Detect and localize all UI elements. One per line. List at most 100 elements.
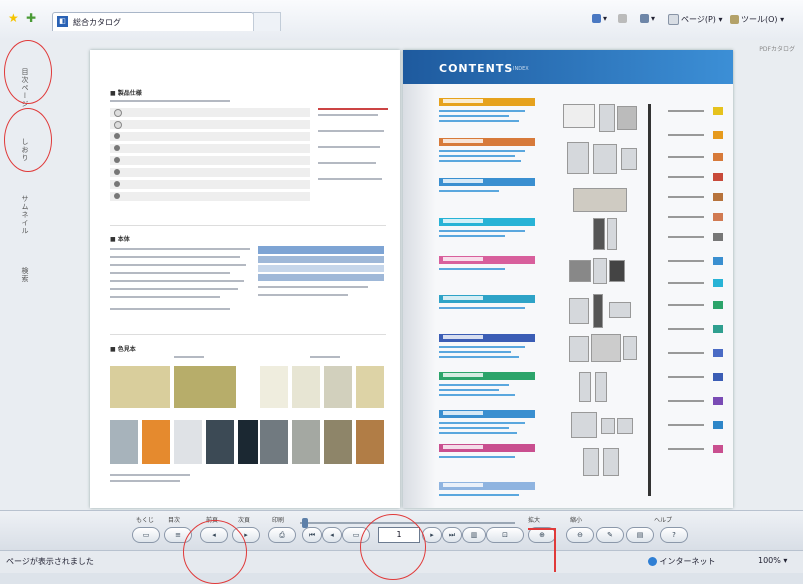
index-tab[interactable]	[713, 193, 723, 201]
help-button[interactable]: ?	[660, 527, 688, 543]
pen-button[interactable]: ✎	[596, 527, 624, 543]
new-tab-button[interactable]	[253, 12, 281, 31]
page-menu[interactable]: ページ(P) ▾	[668, 14, 722, 25]
product-image	[593, 258, 607, 284]
index-tab[interactable]	[713, 107, 723, 115]
index-tab[interactable]	[713, 131, 723, 139]
zoom-out-button[interactable]: ⊖	[566, 527, 594, 543]
contents-category[interactable]	[439, 218, 535, 226]
body-table-header	[258, 246, 384, 254]
index-tab[interactable]	[713, 233, 723, 241]
left-page[interactable]: ■ 製品仕様 ■ 本体 ■ 色見本	[90, 50, 400, 508]
index-tab[interactable]	[713, 257, 723, 265]
viewer-top-label: PDFカタログ	[759, 46, 795, 53]
product-image	[569, 298, 589, 324]
product-image	[621, 148, 637, 170]
index-tab[interactable]	[713, 213, 723, 221]
product-image	[593, 144, 617, 174]
contents-button[interactable]: ▭	[132, 527, 160, 543]
spec-row	[110, 120, 310, 130]
contents-category[interactable]	[439, 98, 535, 106]
product-image	[607, 218, 617, 250]
index-tab[interactable]	[713, 349, 723, 357]
zone-indicator: インターネット	[648, 556, 716, 567]
product-image	[593, 218, 605, 250]
color-swatch	[292, 366, 320, 408]
contents-category[interactable]	[439, 482, 535, 490]
contents-category[interactable]	[439, 372, 535, 380]
contents-category[interactable]	[439, 295, 535, 303]
zoom-reset-button[interactable]: ⊡	[486, 527, 524, 543]
color-swatch	[260, 420, 288, 464]
color-swatch	[110, 420, 138, 464]
index-tab[interactable]	[713, 325, 723, 333]
contents-category[interactable]	[439, 410, 535, 418]
gear-icon	[730, 15, 739, 24]
color-swatch	[356, 420, 384, 464]
home-icon	[592, 14, 601, 23]
product-image	[593, 294, 603, 328]
status-text: ページが表示されました	[6, 557, 94, 566]
product-image	[617, 418, 633, 434]
product-image	[579, 372, 591, 402]
feeds-button[interactable]	[618, 14, 629, 23]
highlight-line	[528, 528, 556, 530]
prev-page-button[interactable]: ◂	[322, 527, 342, 543]
feed-icon	[618, 14, 627, 23]
color-swatch	[356, 366, 384, 408]
index-tab[interactable]	[713, 397, 723, 405]
product-image	[569, 260, 591, 282]
first-page-button[interactable]: ⏮	[302, 527, 322, 543]
highlight-circle	[4, 40, 52, 104]
product-image	[599, 104, 615, 132]
body-table-row	[258, 274, 384, 281]
color-swatch	[174, 420, 202, 464]
tools-menu[interactable]: ツール(O) ▾	[730, 14, 784, 25]
highlight-circle	[4, 108, 52, 172]
index-tab[interactable]	[713, 421, 723, 429]
spread-button[interactable]: ▥	[462, 527, 486, 543]
index-tab[interactable]	[713, 445, 723, 453]
contents-category[interactable]	[439, 256, 535, 264]
contents-category[interactable]	[439, 444, 535, 452]
section-title-body: ■ 本体	[110, 236, 130, 243]
body-table-row	[258, 256, 384, 263]
note-text	[318, 108, 388, 110]
index-tab[interactable]	[713, 279, 723, 287]
control-label: ヘルプ	[654, 517, 673, 524]
index-tab[interactable]	[713, 153, 723, 161]
highlight-circle	[183, 520, 247, 584]
contents-category[interactable]	[439, 334, 535, 342]
browser-tab[interactable]: ◧ 総合カタログ	[52, 12, 254, 31]
home-button[interactable]: ▾	[592, 14, 607, 23]
product-image	[591, 334, 621, 362]
contents-subtitle: INDEX	[513, 66, 529, 72]
print-page-button[interactable]: ⎙	[268, 527, 296, 543]
last-page-button[interactable]: ⏭	[442, 527, 462, 543]
add-favorites-icon[interactable]: ✚	[26, 12, 36, 24]
control-label: 拡大	[528, 517, 541, 524]
contents-category[interactable]	[439, 138, 535, 146]
browser-toolbar: ★ ✚ ◧ 総合カタログ ▾ ▾ ページ(P) ▾ ツール(O) ▾	[0, 0, 803, 41]
control-label: もくじ	[136, 517, 155, 524]
product-image	[569, 336, 589, 362]
sidebar-tab-thumbnails[interactable]: サムネイル	[8, 185, 30, 245]
page-favicon-icon: ◧	[57, 16, 68, 27]
control-label: 目次	[168, 517, 181, 524]
index-tab[interactable]	[713, 373, 723, 381]
product-image	[601, 418, 615, 434]
spec-row	[110, 156, 310, 166]
sidebar-tab-search[interactable]: 検索	[8, 245, 30, 305]
zoom-indicator[interactable]: 100% ▾	[758, 556, 787, 565]
color-swatch	[142, 420, 170, 464]
contents-category[interactable]	[439, 178, 535, 186]
print-button[interactable]: ▾	[640, 14, 655, 23]
favorites-star-icon[interactable]: ★	[8, 12, 19, 24]
body-table-row	[258, 265, 384, 272]
highlight-line	[554, 528, 556, 572]
index-tab[interactable]	[713, 173, 723, 181]
memo-button[interactable]: ▤	[626, 527, 654, 543]
right-page[interactable]: CONTENTS INDEX	[403, 50, 733, 508]
index-tab[interactable]	[713, 301, 723, 309]
spec-row	[110, 192, 310, 202]
